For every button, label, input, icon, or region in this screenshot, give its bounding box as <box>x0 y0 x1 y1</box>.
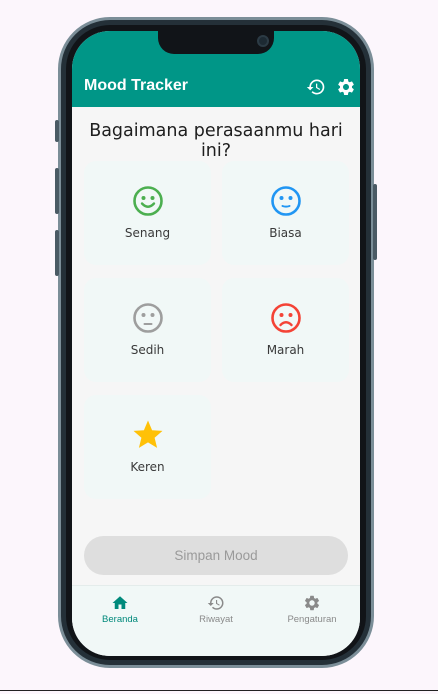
mute-switch <box>55 120 59 142</box>
nav-label: Pengaturan <box>287 614 337 625</box>
mood-label: Keren <box>130 460 165 474</box>
mood-option-senang[interactable]: Senang <box>84 161 211 265</box>
front-camera <box>257 35 269 47</box>
happy-face-icon <box>132 186 163 216</box>
nav-item-pengaturan[interactable]: Pengaturan <box>264 594 360 625</box>
settings-icon <box>304 595 320 611</box>
notch <box>158 31 274 54</box>
mood-option-sedih[interactable]: Sedih <box>84 278 211 382</box>
mood-option-biasa[interactable]: Biasa <box>222 161 349 265</box>
history-icon <box>207 596 224 610</box>
nav-label: Riwayat <box>199 614 233 625</box>
history-icon[interactable] <box>306 77 326 97</box>
power-button <box>373 184 377 260</box>
volume-down-button <box>55 230 59 276</box>
mood-label: Biasa <box>269 226 302 240</box>
sad-face-icon <box>132 303 163 333</box>
save-mood-button[interactable]: Simpan Mood <box>84 536 348 575</box>
mood-label: Senang <box>124 226 171 240</box>
mood-option-marah[interactable]: Marah <box>222 278 349 382</box>
page-divider <box>0 690 438 691</box>
app-title: Mood Tracker <box>84 77 189 94</box>
mood-label: Sedih <box>130 343 165 357</box>
volume-up-button <box>55 168 59 214</box>
mood-label: Marah <box>266 343 305 357</box>
mood-question: Bagaimana perasaanmu hari ini? <box>89 121 343 161</box>
phone-screen: Mood Tracker Bagaimana perasaanmu hari i… <box>72 31 360 656</box>
nav-item-beranda[interactable]: Beranda <box>72 594 168 625</box>
star-icon <box>133 420 162 448</box>
nav-label: Beranda <box>102 614 138 625</box>
mood-option-keren[interactable]: Keren <box>84 395 211 499</box>
settings-icon[interactable] <box>336 77 356 97</box>
angry-face-icon <box>270 303 301 333</box>
nav-item-riwayat[interactable]: Riwayat <box>168 594 264 625</box>
app-bar: Mood Tracker <box>72 71 360 107</box>
bottom-navigation: Beranda Riwayat Pengaturan <box>72 585 360 656</box>
home-icon <box>112 596 128 609</box>
neutral-face-icon <box>270 186 301 216</box>
